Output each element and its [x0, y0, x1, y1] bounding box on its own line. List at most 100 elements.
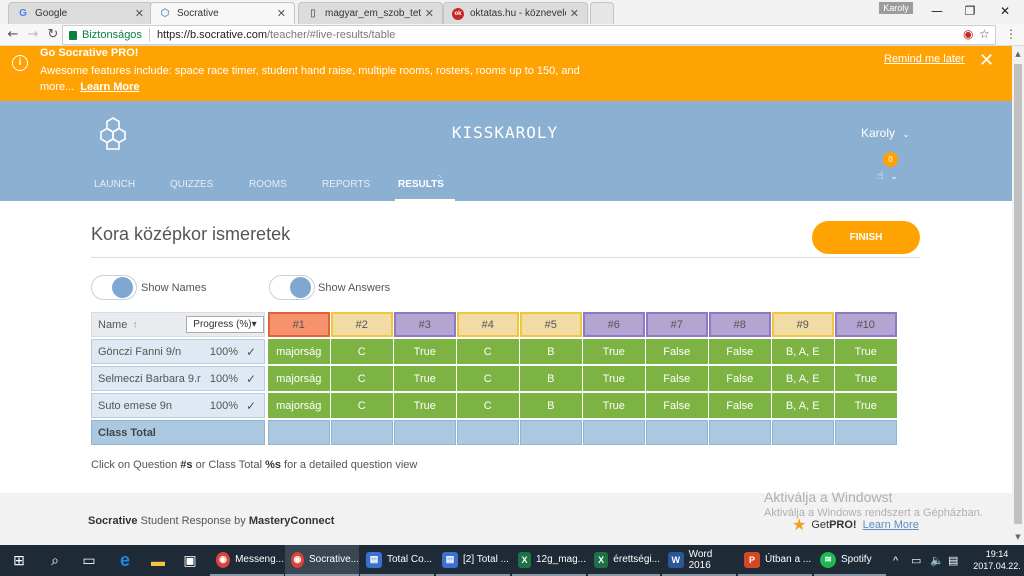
back-icon[interactable]: ← [4, 26, 22, 44]
show-names-toggle[interactable] [91, 275, 137, 300]
nav-quizzes[interactable]: QUIZZES [170, 179, 213, 190]
question-header-7[interactable]: #7 [646, 312, 708, 337]
question-header-10[interactable]: #10 [835, 312, 897, 337]
student-row-name[interactable]: Gönczi Fanni 9/n 100% ✓ [91, 339, 265, 364]
taskbar-app[interactable]: ≋ Spotify [814, 545, 886, 576]
answer-cell[interactable]: True [835, 366, 897, 391]
close-tab-icon[interactable]: ✕ [425, 7, 434, 20]
name-column-header[interactable]: Name ↑ Progress (%) ▾ [91, 312, 265, 337]
bookmark-star-icon[interactable]: ☆ [979, 27, 990, 41]
remind-later-link[interactable]: Remind me later [884, 53, 965, 65]
new-tab-button[interactable] [590, 2, 614, 24]
restore-icon[interactable]: ❐ [953, 0, 987, 22]
class-total-cell[interactable] [583, 420, 645, 445]
question-header-6[interactable]: #6 [583, 312, 645, 337]
answer-cell[interactable]: C [331, 366, 393, 391]
promo-learn-more-link[interactable]: Learn More [80, 81, 139, 93]
answer-cell[interactable]: True [583, 339, 645, 364]
answer-cell[interactable]: C [331, 339, 393, 364]
taskbar-app[interactable]: P Útban a ... [738, 545, 812, 576]
answer-cell[interactable]: B [520, 366, 582, 391]
answer-cell[interactable]: B [520, 393, 582, 418]
close-banner-icon[interactable]: ✕ [979, 50, 994, 70]
windows-start-icon[interactable]: ⊞ [2, 545, 36, 576]
answer-cell[interactable]: True [583, 393, 645, 418]
question-header-1[interactable]: #1 [268, 312, 330, 337]
answer-cell[interactable]: False [646, 366, 708, 391]
class-total-cell[interactable] [457, 420, 519, 445]
footer-learn-more-link[interactable]: Learn More [863, 519, 919, 531]
close-tab-icon[interactable]: ✕ [277, 7, 286, 20]
progress-select[interactable]: Progress (%) ▾ [186, 316, 264, 333]
minimize-icon[interactable]: — [920, 0, 954, 22]
volume-icon[interactable]: 🔈 [930, 545, 944, 576]
user-menu[interactable]: Karoly ⌄ [861, 126, 910, 140]
taskbar-app[interactable]: X 12g_mag... [512, 545, 586, 576]
answer-cell[interactable]: B, A, E [772, 366, 834, 391]
question-header-3[interactable]: #3 [394, 312, 456, 337]
close-tab-icon[interactable]: ✕ [135, 7, 144, 20]
file-explorer-icon[interactable]: ▬ [141, 545, 175, 576]
answer-cell[interactable]: majorság [268, 366, 330, 391]
close-tab-icon[interactable]: ✕ [570, 7, 579, 20]
name-header-label[interactable]: Name [98, 319, 127, 331]
answer-cell[interactable]: False [709, 393, 771, 418]
question-header-4[interactable]: #4 [457, 312, 519, 337]
taskbar-app[interactable]: ◉ Socrative... [285, 545, 359, 576]
page-scrollbar[interactable]: ▲ ▼ [1012, 46, 1024, 545]
answer-cell[interactable]: B, A, E [772, 339, 834, 364]
security-indicator[interactable]: Biztonságos [69, 29, 142, 41]
nav-reports[interactable]: REPORTS [322, 179, 370, 190]
tab-oktatas[interactable]: ok oktatas.hu - köznevelési ✕ [443, 2, 588, 24]
class-total-cell[interactable] [772, 420, 834, 445]
answer-cell[interactable]: False [646, 393, 708, 418]
taskbar-app[interactable]: ◉ Messeng... [210, 545, 284, 576]
address-bar[interactable]: Biztonságos https://b.socrative.com/teac… [62, 25, 996, 45]
tab-google[interactable]: G Google ✕ [8, 2, 153, 24]
answer-cell[interactable]: True [835, 393, 897, 418]
socrative-logo-icon[interactable] [98, 116, 128, 150]
scrollbar-thumb[interactable] [1014, 64, 1022, 524]
nav-rooms[interactable]: ROOMS [249, 179, 287, 190]
answer-cell[interactable]: majorság [268, 393, 330, 418]
taskbar-app[interactable]: ▤ [2] Total ... [436, 545, 510, 576]
tab-socrative[interactable]: ⬡ Socrative ✕ [150, 2, 295, 24]
scroll-up-icon[interactable]: ▲ [1012, 48, 1024, 60]
class-total-cell[interactable] [646, 420, 708, 445]
class-total-cell[interactable] [835, 420, 897, 445]
taskbar-app[interactable]: W Word 2016 [662, 545, 736, 576]
translate-blocked-icon[interactable]: ◉ [963, 27, 973, 41]
class-total-cell[interactable] [520, 420, 582, 445]
answer-cell[interactable]: True [394, 339, 456, 364]
store-icon[interactable]: ▣ [173, 545, 207, 576]
student-row-name[interactable]: Suto emese 9n 100% ✓ [91, 393, 265, 418]
sort-arrow-icon[interactable]: ↑ [132, 319, 138, 331]
scroll-down-icon[interactable]: ▼ [1012, 531, 1024, 543]
tray-chevron-icon[interactable]: ^ [893, 545, 898, 576]
answer-cell[interactable]: True [835, 339, 897, 364]
answer-cell[interactable]: False [646, 339, 708, 364]
menu-kebab-icon[interactable]: ⋮ [1005, 27, 1017, 41]
class-total-cell[interactable] [394, 420, 456, 445]
answer-cell[interactable]: B [520, 339, 582, 364]
hand-raise-menu[interactable]: ☝ ⌄ [877, 169, 898, 182]
answer-cell[interactable]: True [583, 366, 645, 391]
answer-cell[interactable]: True [394, 366, 456, 391]
answer-cell[interactable]: C [457, 339, 519, 364]
question-header-8[interactable]: #8 [709, 312, 771, 337]
answer-cell[interactable]: C [331, 393, 393, 418]
profile-button[interactable]: Karoly [879, 2, 913, 14]
nav-launch[interactable]: LAUNCH [94, 179, 135, 190]
forward-icon[interactable]: → [24, 26, 42, 44]
answer-cell[interactable]: True [394, 393, 456, 418]
action-center-icon[interactable]: ▤ [948, 545, 958, 576]
answer-cell[interactable]: C [457, 393, 519, 418]
system-clock[interactable]: 19:14 2017.04.22. [973, 548, 1021, 572]
network-icon[interactable]: ▭ [911, 545, 921, 576]
show-answers-toggle[interactable] [269, 275, 315, 300]
answer-cell[interactable]: B, A, E [772, 393, 834, 418]
answer-cell[interactable]: False [709, 339, 771, 364]
question-header-5[interactable]: #5 [520, 312, 582, 337]
reload-icon[interactable]: ↻ [44, 26, 62, 44]
answer-cell[interactable]: False [709, 366, 771, 391]
